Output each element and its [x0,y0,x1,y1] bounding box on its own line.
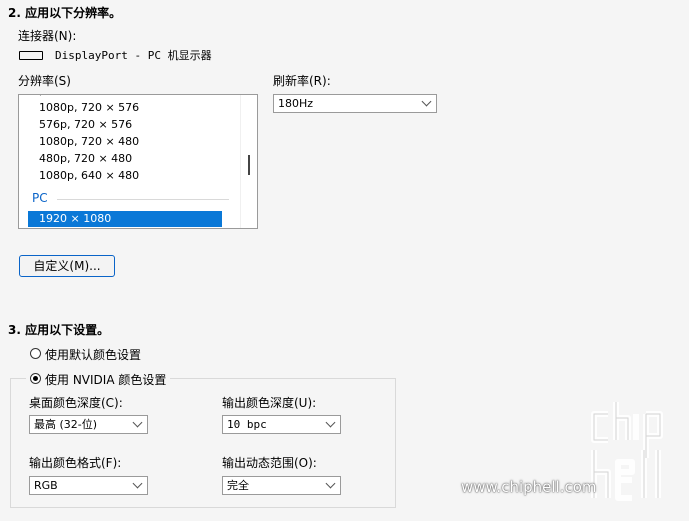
output-format-dropdown[interactable]: RGB [29,476,148,495]
chevron-down-icon [325,417,336,428]
listbox-scrollbar[interactable] [240,95,257,228]
watermark-url: www.chiphell.com [461,478,597,496]
connector-value: DisplayPort - PC 机显示器 [55,49,212,62]
radio-default-color[interactable] [30,348,41,359]
output-format-value: RGB [34,479,58,492]
chevron-down-icon [132,478,143,489]
section-3-heading: 3. 应用以下设置。 [8,323,110,337]
scrollbar-thumb[interactable] [248,155,250,175]
custom-button[interactable]: 自定义(M)... [19,255,115,277]
desktop-depth-label: 桌面颜色深度(C): [29,396,123,410]
output-depth-dropdown[interactable]: 10 bpc [222,415,341,434]
radio-default-color-label[interactable]: 使用默认颜色设置 [45,346,141,363]
refresh-rate-label: 刷新率(R): [273,74,331,88]
section-2-heading: 2. 应用以下分辨率。 [8,6,122,20]
list-item[interactable]: 1080p, 720 × 576 [39,101,139,114]
output-format-label: 输出颜色格式(F): [29,456,122,470]
radio-nvidia-color-label[interactable]: 使用 NVIDIA 颜色设置 [45,371,166,388]
refresh-rate-value: 180Hz [278,97,314,110]
chevron-down-icon [325,478,336,489]
resolution-listbox[interactable]: · 1080p, 720 × 576 576p, 720 × 576 1080p… [18,94,258,229]
radio-nvidia-color[interactable] [30,373,41,384]
dynamic-range-dropdown[interactable]: 完全 [222,476,341,495]
output-depth-label: 输出颜色深度(U): [222,396,317,410]
connector-label: 连接器(N): [18,29,77,43]
chevron-down-icon [421,96,432,107]
resolution-label: 分辨率(S) [18,74,71,88]
list-item-selected[interactable]: 1920 × 1080 [28,211,222,227]
chevron-down-icon [132,417,143,428]
list-item[interactable]: 1080p, 720 × 480 [39,135,139,148]
group-divider [57,199,229,200]
displayport-icon [19,51,43,60]
list-group-header-pc: PC [32,191,48,205]
chiphell-logo-watermark [588,400,680,504]
list-item-partial: · [39,94,42,101]
dynamic-range-label: 输出动态范围(O): [222,456,317,470]
dynamic-range-value: 完全 [227,479,249,492]
list-item[interactable]: 576p, 720 × 576 [39,118,132,131]
refresh-rate-dropdown[interactable]: 180Hz [273,94,437,113]
list-item[interactable]: 1080p, 640 × 480 [39,169,139,182]
output-depth-value: 10 bpc [227,418,267,431]
list-item[interactable]: 480p, 720 × 480 [39,152,132,165]
desktop-depth-value: 最高 (32-位) [34,418,98,431]
desktop-depth-dropdown[interactable]: 最高 (32-位) [29,415,148,434]
